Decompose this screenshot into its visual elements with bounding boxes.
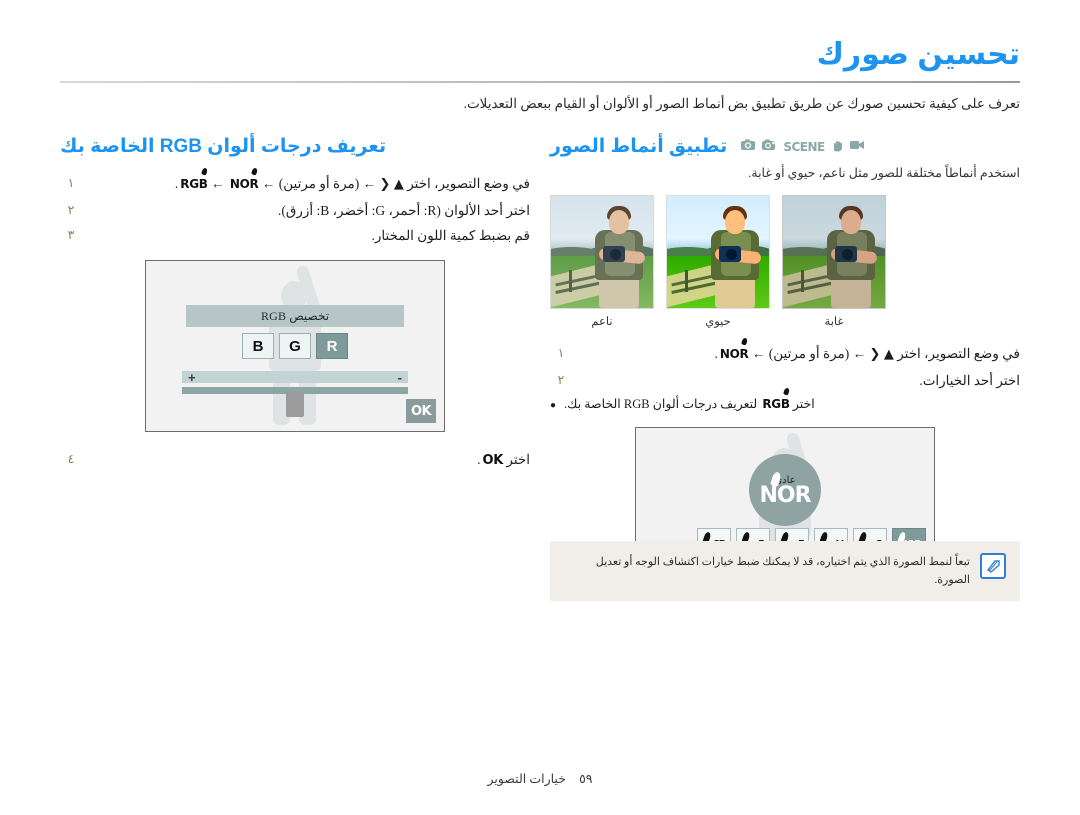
manual-page: تحسين صورك تعرف على كيفية تحسين صورك عن … (0, 0, 1080, 815)
step-item: ٢ اختر أحد الألوان (R: أحمر، G: أخضر، B:… (60, 199, 530, 223)
up-arrow-icon: ▲ (883, 346, 894, 362)
nor-key-icon: NOR (718, 337, 749, 365)
rgb-button-g[interactable]: G (279, 333, 311, 359)
step-number: ٢ (67, 202, 75, 217)
section-title-photo-styles: تطبيق أنماط الصور (550, 136, 728, 157)
camera-program-icon (762, 139, 777, 154)
slider-knob[interactable] (286, 391, 304, 417)
bullet-text: اختر RGB لتعريف درجات ألوان RGB الخاصة ب… (564, 387, 815, 415)
content-columns: تطبيق أنماط الصور SCENE استخدم أنماطاً م… (60, 135, 1020, 735)
photo-styles-steps: ١ في وضع التصوير، اختر ▲ ❮ ← (مرة أو مرت… (550, 337, 1020, 392)
step-number: ١ (67, 176, 75, 190)
rgb-key-icon: RGB (178, 167, 208, 195)
mode-icon-group: SCENE (741, 139, 864, 155)
step-number: ٤ (67, 452, 75, 466)
note-box: تبعاً لنمط الصورة الذي يتم اختياره، قد ل… (550, 541, 1020, 602)
rgb-key-icon: RGB (760, 387, 790, 414)
thumbnail-image-vivid (666, 194, 770, 309)
step-item: ١ في وضع التصوير، اختر ▲ ❮ ← (مرة أو مرت… (60, 167, 530, 197)
camcorder-icon (849, 139, 865, 154)
title-divider (60, 81, 1020, 83)
anti-shake-icon (831, 139, 844, 155)
rgb-screen-title: تخصيص RGB (186, 305, 404, 327)
sample-thumbnails: ناعم حيوي غابة (550, 194, 1020, 328)
step-text: في وضع التصوير، اختر ▲ ❮ ← (مرة أو مرتين… (572, 337, 1020, 367)
step-number: ٣ (67, 228, 75, 243)
nor-style-glyph: NOR (759, 471, 812, 507)
nor-key-icon: NOR (228, 167, 259, 195)
thumbnail-image-forest (782, 194, 886, 309)
photo-styles-subtext: استخدم أنماطاً مختلفة للصور مثل ناعم، حي… (748, 166, 1020, 180)
thumbnail-item: غابة (782, 194, 886, 328)
scene-mode-icon: SCENE (783, 139, 825, 154)
thumbnail-item: حيوي (666, 194, 770, 328)
rgb-heading: تعريف درجات ألوان RGB الخاصة بك (60, 135, 530, 158)
slider-track-labels: - + (182, 369, 408, 385)
step-bullet-rgb: ● اختر RGB لتعريف درجات ألوان RGB الخاصة… (550, 387, 978, 415)
step-item: ١ في وضع التصوير، اختر ▲ ❮ ← (مرة أو مرت… (550, 337, 1020, 367)
rgb-steps: ١ في وضع التصوير، اختر ▲ ❮ ← (مرة أو مرت… (60, 167, 530, 248)
footer-section-label: خيارات التصوير (487, 772, 566, 786)
page-header: تحسين صورك تعرف على كيفية تحسين صورك عن … (60, 38, 1020, 114)
rgb-column: تعريف درجات ألوان RGB الخاصة بك ١ في وضع… (60, 135, 530, 475)
slider-minus-label: - (397, 369, 402, 385)
up-arrow-icon: ▲ (393, 177, 404, 192)
step-number: ١ (557, 345, 565, 360)
step-text: قم بضبط كمية اللون المختار. (371, 228, 530, 244)
page-footer: ٥٩ خيارات التصوير (0, 771, 1080, 787)
slider-plus-label: + (188, 369, 196, 385)
thumbnail-image-soft (550, 194, 654, 309)
step-text: اختر أحد الخيارات. (919, 372, 1020, 388)
photo-styles-column: تطبيق أنماط الصور SCENE استخدم أنماطاً م… (550, 135, 1020, 602)
note-text: تبعاً لنمط الصورة الذي يتم اختياره، قد ل… (595, 556, 970, 587)
ok-key-icon: OK (482, 453, 503, 468)
step-item: ٣ قم بضبط كمية اللون المختار. (60, 224, 530, 248)
note-icon (980, 553, 1006, 580)
ok-button[interactable]: OK (406, 399, 436, 423)
left-arrow-icon: ❮ (869, 346, 881, 362)
section-title-rgb: تعريف درجات ألوان RGB الخاصة بك (60, 136, 387, 157)
step-item: ٤ اختر OK. (60, 448, 530, 473)
page-intro-text: تعرف على كيفية تحسين صورك عن طريق تطبيق … (463, 96, 1020, 111)
rgb-custom-screen: تخصيص RGB R G B - + OK (145, 260, 445, 432)
rgb-button-r[interactable]: R (316, 333, 348, 359)
page-title: تحسين صورك (816, 38, 1020, 71)
page-number: ٥٩ (579, 771, 593, 786)
thumbnail-caption: ناعم (591, 315, 613, 328)
selected-style-indicator: عادي NOR (749, 454, 821, 527)
rgb-button-b[interactable]: B (242, 333, 274, 359)
rgb-channel-buttons: R G B (146, 333, 444, 359)
photo-styles-heading: تطبيق أنماط الصور SCENE (550, 135, 1020, 158)
thumbnail-item: ناعم (550, 194, 654, 328)
step-text: اختر OK. (82, 448, 530, 473)
left-arrow-icon: ❮ (379, 177, 391, 192)
step-text: في وضع التصوير، اختر ▲ ❮ ← (مرة أو مرتين… (82, 167, 530, 197)
camera-icon (741, 139, 756, 154)
step-text: اختر أحد الألوان (R: أحمر، G: أخضر، B: أ… (277, 202, 530, 218)
thumbnail-caption: غابة (824, 315, 844, 328)
bullet-dot-icon: ● (550, 400, 557, 412)
thumbnail-caption: حيوي (705, 315, 731, 328)
rgb-steps-final: ٤ اختر OK. (60, 448, 530, 473)
step-number: ٢ (557, 372, 565, 387)
